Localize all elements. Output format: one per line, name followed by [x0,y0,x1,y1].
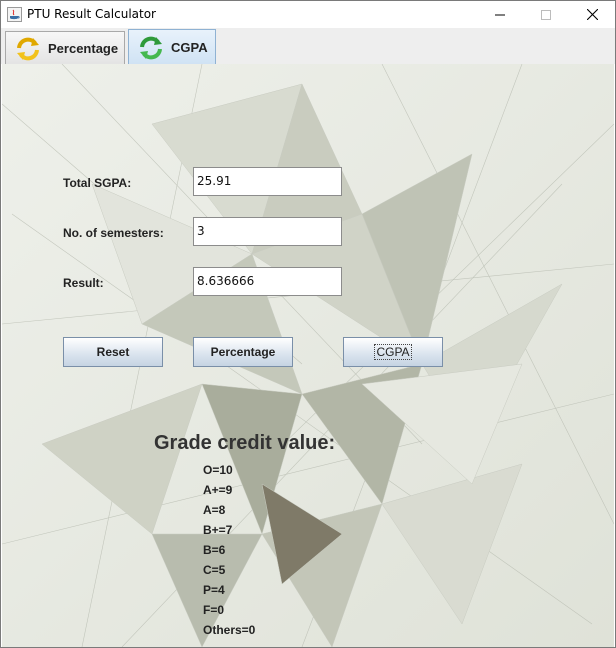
semesters-input[interactable]: 3 [193,217,342,246]
tab-cgpa-label: CGPA [171,40,208,55]
cgpa-button-label: CGPA [374,344,412,360]
total-sgpa-input[interactable]: 25.91 [193,167,342,196]
semesters-label: No. of semesters: [63,226,164,240]
cgpa-panel: Total SGPA: 25.91 No. of semesters: 3 Re… [2,64,614,647]
tab-percentage-label: Percentage [48,41,119,56]
grade-item-p: P=4 [203,583,225,597]
maximize-button[interactable] [523,1,569,28]
refresh-yellow-icon [17,37,39,60]
percentage-button-label: Percentage [210,345,276,359]
result-label: Result: [63,276,104,290]
grade-item-f: F=0 [203,603,225,617]
minimize-button[interactable] [477,1,523,28]
grade-item-o: O=10 [203,463,233,477]
reset-button[interactable]: Reset [63,337,163,367]
tab-strip: Percentage CGPA [1,28,615,65]
grade-item-others: Others=0 [203,623,256,637]
window-title: PTU Result Calculator [27,7,156,21]
grade-credit-list: O=10 A+=9 A=8 B+=7 B=6 C=5 P=4 F=0 Other… [203,460,255,640]
app-window: PTU Result Calculator Percentage CGPA To… [0,0,616,648]
total-sgpa-label: Total SGPA: [63,176,132,190]
java-app-icon [7,7,22,22]
grade-item-b: B=6 [203,543,226,557]
grade-item-c: C=5 [203,563,226,577]
reset-button-label: Reset [96,345,130,359]
grade-item-a: A=8 [203,503,226,517]
refresh-green-icon [140,36,162,59]
maximize-icon [541,9,551,20]
cgpa-button[interactable]: CGPA [343,337,443,367]
close-icon [586,9,598,20]
result-field[interactable]: 8.636666 [193,267,342,296]
tab-cgpa[interactable]: CGPA [128,29,216,65]
grade-item-a-plus: A+=9 [203,483,233,497]
minimize-icon [495,14,505,15]
title-bar: PTU Result Calculator [1,1,615,28]
percentage-button[interactable]: Percentage [193,337,293,367]
close-button[interactable] [569,1,615,28]
grade-item-b-plus: B+=7 [203,523,233,537]
grade-credit-title: Grade credit value: [154,432,336,454]
tab-percentage[interactable]: Percentage [5,31,125,65]
